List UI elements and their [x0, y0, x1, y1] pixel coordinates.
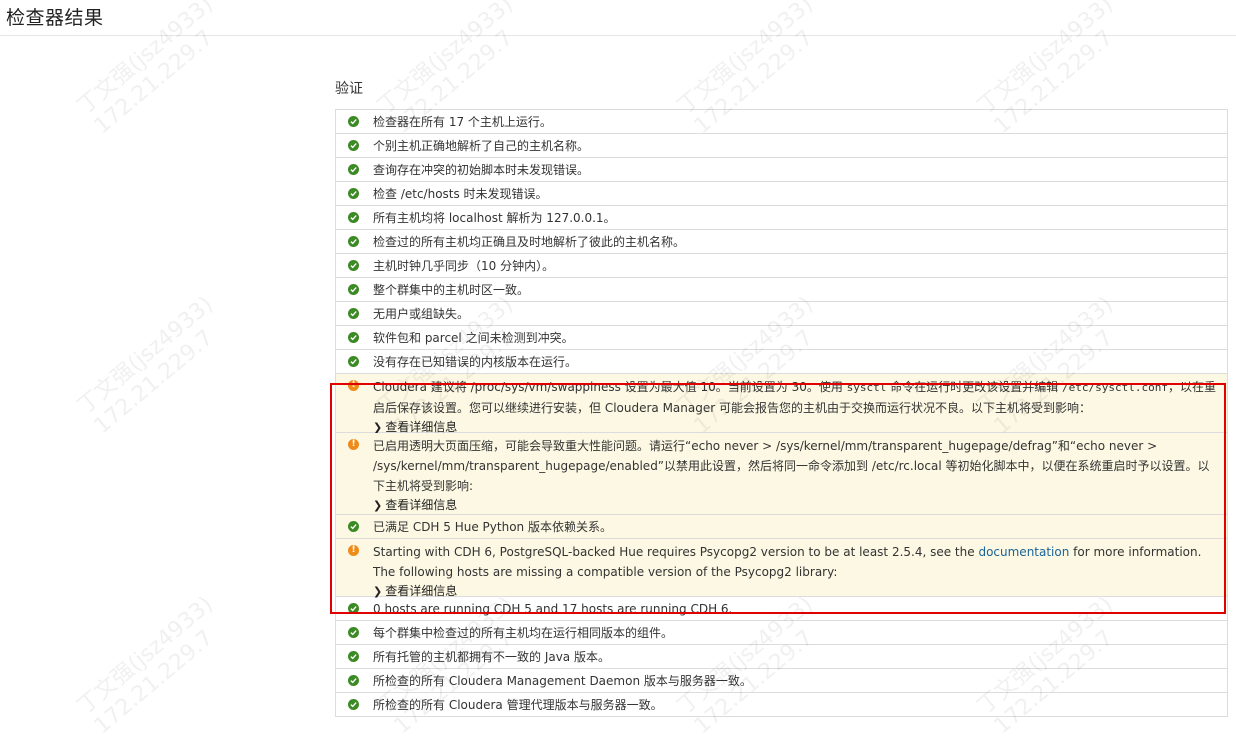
list-item: 软件包和 parcel 之间未检测到冲突。	[336, 326, 1227, 350]
item-text: 个别主机正确地解析了自己的主机名称。	[373, 139, 590, 153]
check-circle-icon	[348, 284, 359, 295]
warning-icon: !	[348, 380, 359, 391]
item-text: 每个群集中检查过的所有主机均在运行相同版本的组件。	[373, 626, 674, 640]
list-item: 每个群集中检查过的所有主机均在运行相同版本的组件。	[336, 621, 1227, 645]
view-details-label: 查看详细信息	[385, 584, 458, 598]
item-text: 所有托管的主机都拥有不一致的 Java 版本。	[373, 650, 610, 664]
list-item: 个别主机正确地解析了自己的主机名称。	[336, 134, 1227, 158]
view-details-toggle[interactable]: ❯ 查看详细信息	[373, 496, 1219, 515]
section-title: 验证	[335, 81, 363, 97]
check-circle-icon	[348, 116, 359, 127]
check-circle-icon	[348, 164, 359, 175]
list-item-warning: ! Starting with CDH 6, PostgreSQL-backed…	[336, 539, 1227, 598]
list-item-warning: ! Cloudera 建议将 /proc/sys/vm/swappiness 设…	[336, 374, 1227, 434]
list-item: 检查器在所有 17 个主机上运行。	[336, 110, 1227, 134]
code-sysctl: sysctl	[846, 381, 887, 394]
view-details-label: 查看详细信息	[385, 498, 458, 512]
item-text: 所有主机均将 localhost 解析为 127.0.0.1。	[373, 211, 616, 225]
list-item: 已满足 CDH 5 Hue Python 版本依赖关系。	[336, 515, 1227, 539]
item-text: 检查 /etc/hosts 时未发现错误。	[373, 187, 548, 201]
item-text: 整个群集中的主机时区一致。	[373, 283, 530, 297]
item-text: 查询存在冲突的初始脚本时未发现错误。	[373, 163, 590, 177]
check-circle-icon	[348, 260, 359, 271]
page-title: 检查器结果	[6, 7, 104, 29]
check-circle-icon	[348, 212, 359, 223]
item-text: 无用户或组缺失。	[373, 307, 470, 321]
list-item: 检查 /etc/hosts 时未发现错误。	[336, 182, 1227, 206]
check-circle-icon	[348, 627, 359, 638]
list-item-warning: ! 已启用透明大页面压缩，可能会导致重大性能问题。请运行“echo never …	[336, 433, 1227, 515]
list-item: 检查过的所有主机均正确且及时地解析了彼此的主机名称。	[336, 230, 1227, 254]
code-sysctl-conf: /etc/sysctl.conf	[1062, 381, 1169, 394]
list-item: 主机时钟几乎同步（10 分钟内）。	[336, 254, 1227, 278]
item-text: 所检查的所有 Cloudera Management Daemon 版本与服务器…	[373, 674, 752, 688]
documentation-link[interactable]: documentation	[978, 545, 1069, 559]
item-text: 检查器在所有 17 个主机上运行。	[373, 115, 552, 129]
check-circle-icon	[348, 603, 359, 614]
item-text: Cloudera 建议将 /proc/sys/vm/swappiness 设置为…	[373, 380, 1217, 415]
item-text: 所检查的所有 Cloudera 管理代理版本与服务器一致。	[373, 698, 663, 712]
list-item: 没有存在已知错误的内核版本在运行。	[336, 350, 1227, 374]
list-item: 0 hosts are running CDH 5 and 17 hosts a…	[336, 597, 1227, 621]
check-circle-icon	[348, 651, 359, 662]
watermark: 丁文强(jsz4933)172.21.229.7	[72, 591, 219, 740]
item-text: 0 hosts are running CDH 5 and 17 hosts a…	[373, 602, 733, 616]
item-text: Starting with CDH 6, PostgreSQL-backed H…	[373, 545, 1202, 579]
list-item: 整个群集中的主机时区一致。	[336, 278, 1227, 302]
warning-icon: !	[348, 439, 359, 450]
check-circle-icon	[348, 236, 359, 247]
item-text: 已满足 CDH 5 Hue Python 版本依赖关系。	[373, 520, 612, 534]
item-text: 主机时钟几乎同步（10 分钟内）。	[373, 259, 555, 273]
item-text: 检查过的所有主机均正确且及时地解析了彼此的主机名称。	[373, 235, 686, 249]
item-text: 已启用透明大页面压缩，可能会导致重大性能问题。请运行“echo never > …	[373, 439, 1210, 493]
validation-list: 检查器在所有 17 个主机上运行。 个别主机正确地解析了自己的主机名称。 查询存…	[335, 109, 1228, 717]
view-details-label: 查看详细信息	[385, 420, 458, 434]
list-item: 所检查的所有 Cloudera 管理代理版本与服务器一致。	[336, 693, 1227, 717]
check-circle-icon	[348, 356, 359, 367]
check-circle-icon	[348, 675, 359, 686]
check-circle-icon	[348, 140, 359, 151]
check-circle-icon	[348, 308, 359, 319]
watermark: 丁文强(jsz4933)172.21.229.7	[72, 291, 219, 440]
check-circle-icon	[348, 521, 359, 532]
list-item: 所有主机均将 localhost 解析为 127.0.0.1。	[336, 206, 1227, 230]
list-item: 查询存在冲突的初始脚本时未发现错误。	[336, 158, 1227, 182]
warning-icon: !	[348, 545, 359, 556]
list-item: 所有托管的主机都拥有不一致的 Java 版本。	[336, 645, 1227, 669]
list-item: 无用户或组缺失。	[336, 302, 1227, 326]
list-item: 所检查的所有 Cloudera Management Daemon 版本与服务器…	[336, 669, 1227, 693]
check-circle-icon	[348, 699, 359, 710]
chevron-right-icon: ❯	[373, 499, 383, 512]
check-circle-icon	[348, 332, 359, 343]
title-divider	[0, 35, 1236, 36]
check-circle-icon	[348, 188, 359, 199]
item-text: 软件包和 parcel 之间未检测到冲突。	[373, 331, 574, 345]
item-text: 没有存在已知错误的内核版本在运行。	[373, 355, 578, 369]
